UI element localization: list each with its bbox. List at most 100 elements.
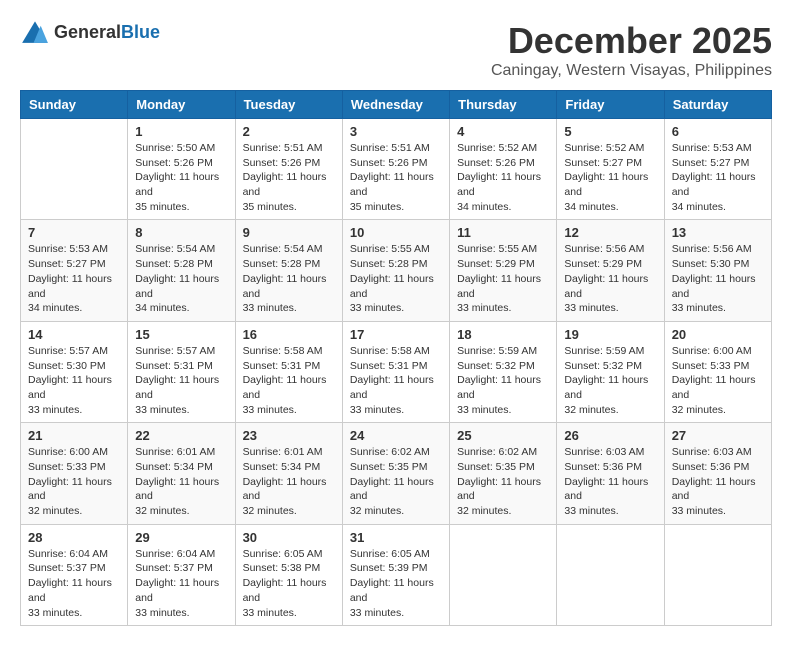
title-section: December 2025 Caningay, Western Visayas,… [491,20,772,80]
day-info: Sunrise: 6:05 AMSunset: 5:39 PMDaylight:… [350,547,442,620]
weekday-header-monday: Monday [128,91,235,119]
calendar-week-1: 1Sunrise: 5:50 AMSunset: 5:26 PMDaylight… [21,119,772,220]
logo-icon [20,20,50,45]
day-number: 4 [457,124,549,139]
day-info: Sunrise: 5:58 AMSunset: 5:31 PMDaylight:… [243,344,335,417]
calendar-cell: 14Sunrise: 5:57 AMSunset: 5:30 PMDayligh… [21,321,128,422]
day-info: Sunrise: 6:03 AMSunset: 5:36 PMDaylight:… [564,445,656,518]
day-info: Sunrise: 5:51 AMSunset: 5:26 PMDaylight:… [350,141,442,214]
day-number: 25 [457,428,549,443]
day-info: Sunrise: 6:01 AMSunset: 5:34 PMDaylight:… [243,445,335,518]
day-number: 2 [243,124,335,139]
calendar-cell: 6Sunrise: 5:53 AMSunset: 5:27 PMDaylight… [664,119,771,220]
day-number: 6 [672,124,764,139]
calendar-cell: 20 Sunrise: 6:00 AMSunset: 5:33 PMDayligh… [664,321,771,422]
calendar-cell [21,119,128,220]
day-number: 18 [457,327,549,342]
day-number: 16 [243,327,335,342]
calendar-cell: 17 Sunrise: 5:58 AMSunset: 5:31 PMDayligh… [342,321,449,422]
calendar-cell: 26 Sunrise: 6:03 AMSunset: 5:36 PMDayligh… [557,423,664,524]
day-number: 9 [243,225,335,240]
month-title: December 2025 [491,20,772,62]
day-number: 5 [564,124,656,139]
day-number: 24 [350,428,442,443]
day-info: Sunrise: 5:56 AMSunset: 5:30 PMDaylight:… [672,242,764,315]
day-info: Sunrise: 5:57 AMSunset: 5:30 PMDaylight:… [28,344,120,417]
calendar-cell: 16 Sunrise: 5:58 AMSunset: 5:31 PMDayligh… [235,321,342,422]
weekday-header-sunday: Sunday [21,91,128,119]
logo-text-blue: Blue [121,22,160,42]
day-number: 23 [243,428,335,443]
calendar-cell [557,524,664,625]
calendar-cell: 22 Sunrise: 6:01 AMSunset: 5:34 PMDayligh… [128,423,235,524]
day-info: Sunrise: 5:51 AMSunset: 5:26 PMDaylight:… [243,141,335,214]
page-header: GeneralBlue December 2025 Caningay, West… [20,20,772,80]
calendar-cell: 24 Sunrise: 6:02 AMSunset: 5:35 PMDayligh… [342,423,449,524]
day-number: 7 [28,225,120,240]
day-number: 22 [135,428,227,443]
day-number: 17 [350,327,442,342]
weekday-header-saturday: Saturday [664,91,771,119]
day-number: 30 [243,530,335,545]
day-number: 15 [135,327,227,342]
day-info: Sunrise: 5:55 AMSunset: 5:29 PMDaylight:… [457,242,549,315]
calendar-cell: 7Sunrise: 5:53 AMSunset: 5:27 PMDaylight… [21,220,128,321]
day-number: 21 [28,428,120,443]
day-info: Sunrise: 5:57 AMSunset: 5:31 PMDaylight:… [135,344,227,417]
day-info: Sunrise: 6:04 AMSunset: 5:37 PMDaylight:… [135,547,227,620]
day-info: Sunrise: 5:52 AMSunset: 5:26 PMDaylight:… [457,141,549,214]
calendar-cell: 10Sunrise: 5:55 AMSunset: 5:28 PMDayligh… [342,220,449,321]
calendar-cell [450,524,557,625]
calendar-cell: 12 Sunrise: 5:56 AMSunset: 5:29 PMDayligh… [557,220,664,321]
calendar-cell: 30 Sunrise: 6:05 AMSunset: 5:38 PMDayligh… [235,524,342,625]
calendar-cell: 11 Sunrise: 5:55 AMSunset: 5:29 PMDayligh… [450,220,557,321]
logo: GeneralBlue [20,20,160,45]
calendar-cell: 25Sunrise: 6:02 AMSunset: 5:35 PMDayligh… [450,423,557,524]
day-info: Sunrise: 5:56 AMSunset: 5:29 PMDaylight:… [564,242,656,315]
weekday-header-row: SundayMondayTuesdayWednesdayThursdayFrid… [21,91,772,119]
calendar-cell: 13 Sunrise: 5:56 AMSunset: 5:30 PMDayligh… [664,220,771,321]
weekday-header-tuesday: Tuesday [235,91,342,119]
calendar-week-3: 14Sunrise: 5:57 AMSunset: 5:30 PMDayligh… [21,321,772,422]
day-number: 12 [564,225,656,240]
calendar-cell: 8Sunrise: 5:54 AMSunset: 5:28 PMDaylight… [128,220,235,321]
calendar-cell: 4 Sunrise: 5:52 AMSunset: 5:26 PMDaylight… [450,119,557,220]
calendar-week-4: 21 Sunrise: 6:00 AMSunset: 5:33 PMDayligh… [21,423,772,524]
day-info: Sunrise: 5:58 AMSunset: 5:31 PMDaylight:… [350,344,442,417]
day-info: Sunrise: 6:01 AMSunset: 5:34 PMDaylight:… [135,445,227,518]
calendar-week-5: 28Sunrise: 6:04 AMSunset: 5:37 PMDayligh… [21,524,772,625]
day-number: 13 [672,225,764,240]
calendar-cell: 18Sunrise: 5:59 AMSunset: 5:32 PMDayligh… [450,321,557,422]
day-number: 26 [564,428,656,443]
day-number: 27 [672,428,764,443]
day-number: 20 [672,327,764,342]
calendar-cell: 19Sunrise: 5:59 AMSunset: 5:32 PMDayligh… [557,321,664,422]
day-info: Sunrise: 6:02 AMSunset: 5:35 PMDaylight:… [350,445,442,518]
weekday-header-thursday: Thursday [450,91,557,119]
calendar-cell: 29 Sunrise: 6:04 AMSunset: 5:37 PMDayligh… [128,524,235,625]
calendar-cell [664,524,771,625]
logo-text-general: General [54,22,121,42]
day-number: 8 [135,225,227,240]
day-info: Sunrise: 6:00 AMSunset: 5:33 PMDaylight:… [28,445,120,518]
calendar-cell: 9 Sunrise: 5:54 AMSunset: 5:28 PMDaylight… [235,220,342,321]
day-number: 10 [350,225,442,240]
calendar-week-2: 7Sunrise: 5:53 AMSunset: 5:27 PMDaylight… [21,220,772,321]
day-number: 11 [457,225,549,240]
day-number: 19 [564,327,656,342]
calendar-cell: 31Sunrise: 6:05 AMSunset: 5:39 PMDayligh… [342,524,449,625]
calendar-cell: 1Sunrise: 5:50 AMSunset: 5:26 PMDaylight… [128,119,235,220]
day-info: Sunrise: 5:54 AMSunset: 5:28 PMDaylight:… [243,242,335,315]
calendar-cell: 27Sunrise: 6:03 AMSunset: 5:36 PMDayligh… [664,423,771,524]
weekday-header-wednesday: Wednesday [342,91,449,119]
day-number: 29 [135,530,227,545]
location-title: Caningay, Western Visayas, Philippines [491,62,772,80]
calendar-cell: 3Sunrise: 5:51 AMSunset: 5:26 PMDaylight… [342,119,449,220]
weekday-header-friday: Friday [557,91,664,119]
calendar-cell: 21 Sunrise: 6:00 AMSunset: 5:33 PMDayligh… [21,423,128,524]
calendar-cell: 28Sunrise: 6:04 AMSunset: 5:37 PMDayligh… [21,524,128,625]
calendar-cell: 2 Sunrise: 5:51 AMSunset: 5:26 PMDaylight… [235,119,342,220]
day-number: 1 [135,124,227,139]
day-info: Sunrise: 6:00 AMSunset: 5:33 PMDaylight:… [672,344,764,417]
day-info: Sunrise: 6:05 AMSunset: 5:38 PMDaylight:… [243,547,335,620]
